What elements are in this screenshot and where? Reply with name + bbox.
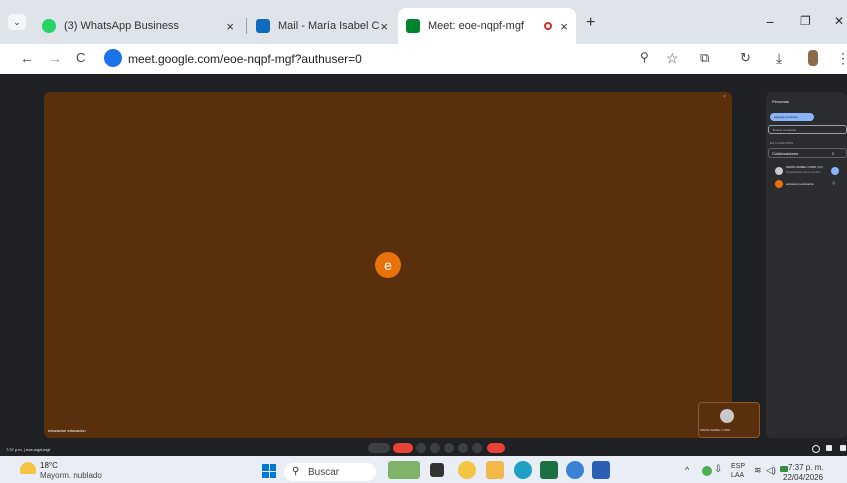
close-tab-icon[interactable]: × bbox=[380, 19, 388, 34]
activities-icon[interactable] bbox=[840, 445, 846, 451]
meet-icon bbox=[406, 19, 420, 33]
participant-role: Organizador de la reunión bbox=[786, 170, 821, 174]
panel-title: Personas bbox=[772, 99, 789, 104]
url-text[interactable]: meet.google.com/eoe-nqpf-mgf?authuser=0 bbox=[128, 52, 362, 66]
taskbar-clock-time[interactable]: 7:37 p. m. bbox=[788, 463, 824, 472]
participant-name: MARÍA ISABEL COBO (Tú) bbox=[786, 165, 823, 169]
meeting-time: 7:37 p.m. bbox=[6, 447, 23, 452]
add-people-button[interactable]: Agregar personas bbox=[770, 113, 814, 121]
emoji-button[interactable] bbox=[430, 443, 440, 453]
language-indicator[interactable]: ESP bbox=[731, 463, 745, 470]
new-tab-button[interactable]: + bbox=[586, 14, 595, 32]
close-tab-icon[interactable]: × bbox=[226, 19, 234, 34]
info-icon[interactable] bbox=[812, 445, 820, 453]
weather-description[interactable]: Mayorm. nublado bbox=[40, 471, 102, 480]
group-label: Colaboradores bbox=[772, 151, 799, 156]
excel-icon[interactable] bbox=[540, 461, 558, 479]
battery-icon[interactable] bbox=[780, 466, 788, 472]
search-icon: ⚲ bbox=[292, 466, 300, 477]
menu-icon[interactable]: ⋮ bbox=[836, 50, 847, 67]
widgets-icon[interactable] bbox=[388, 461, 420, 479]
whatsapp-icon bbox=[42, 19, 56, 33]
file-explorer-icon[interactable] bbox=[486, 461, 504, 479]
tab-title: Mail - María Isabel Cobo - Outlook bbox=[278, 20, 380, 32]
outlook-icon bbox=[256, 19, 270, 33]
edge-icon[interactable] bbox=[514, 461, 532, 479]
history-icon[interactable]: ↻ bbox=[740, 50, 751, 66]
reload-button[interactable]: C bbox=[76, 50, 85, 65]
tab-whatsapp[interactable]: (3) WhatsApp Business × bbox=[34, 8, 242, 44]
participant-avatar bbox=[775, 180, 783, 188]
tab-outlook[interactable]: Mail - María Isabel Cobo - Outlook × bbox=[248, 8, 396, 44]
end-call-button[interactable] bbox=[487, 443, 505, 453]
taskbar-clock-date[interactable]: 22/04/2026 bbox=[783, 473, 823, 482]
close-tab-icon[interactable]: × bbox=[560, 19, 568, 34]
extensions-icon[interactable]: ⧉ bbox=[700, 50, 709, 66]
word-icon[interactable] bbox=[592, 461, 610, 479]
participant-avatar: e bbox=[375, 252, 401, 278]
more-options-button[interactable] bbox=[472, 443, 482, 453]
close-window-button[interactable]: ✕ bbox=[834, 14, 844, 28]
download-icon[interactable]: ⤓ bbox=[776, 50, 782, 67]
taskbar-search-label: Buscar bbox=[308, 466, 340, 478]
section-label: EN LA REUNIÓN bbox=[770, 141, 794, 145]
back-button[interactable]: ← bbox=[20, 50, 34, 66]
tab-meet[interactable]: Meet: eoe-nqpf-mgf × bbox=[398, 8, 576, 44]
chevron-up-icon[interactable]: ^ bbox=[685, 465, 689, 475]
volume-icon[interactable]: ◁) bbox=[766, 465, 776, 476]
weather-icon[interactable] bbox=[20, 462, 36, 474]
mic-button[interactable] bbox=[368, 443, 390, 453]
zoom-icon[interactable]: ⚲ bbox=[640, 50, 649, 64]
participant-name: educacion educacion bbox=[786, 182, 815, 186]
raise-hand-button[interactable] bbox=[458, 443, 468, 453]
store-icon[interactable] bbox=[566, 461, 584, 479]
weather-temperature[interactable]: 18°C bbox=[40, 461, 58, 470]
search-contacts-input[interactable]: Buscar contactos bbox=[768, 125, 847, 134]
captions-button[interactable] bbox=[416, 443, 426, 453]
tab-title: (3) WhatsApp Business bbox=[64, 20, 179, 32]
minimize-button[interactable]: − bbox=[766, 14, 774, 30]
layout-indicator[interactable]: LAA bbox=[731, 472, 744, 479]
star-icon[interactable]: ☆ bbox=[666, 50, 679, 67]
task-view-icon[interactable] bbox=[430, 463, 444, 477]
wifi-icon[interactable]: ≋ bbox=[754, 465, 762, 476]
restore-button[interactable]: ❐ bbox=[800, 14, 811, 28]
group-count: 2 bbox=[832, 151, 835, 156]
main-participant-name: educacion educacion bbox=[48, 428, 86, 433]
chrome-icon[interactable] bbox=[458, 461, 476, 479]
tab-bar: ⌄ (3) WhatsApp Business × Mail - María I… bbox=[0, 0, 847, 44]
mic-off-icon: ⚲ bbox=[832, 181, 836, 187]
meeting-code: eoe-nqpf-mgf bbox=[25, 447, 50, 452]
tab-separator bbox=[246, 18, 247, 34]
tab-title: Meet: eoe-nqpf-mgf bbox=[428, 20, 524, 32]
participant-avatar bbox=[775, 167, 783, 175]
site-info-icon[interactable] bbox=[104, 49, 122, 67]
profile-icon[interactable] bbox=[808, 50, 818, 66]
self-avatar bbox=[720, 409, 734, 423]
chat-icon[interactable] bbox=[826, 445, 832, 451]
recording-icon bbox=[544, 22, 553, 30]
present-button[interactable] bbox=[444, 443, 454, 453]
tab-search-button[interactable]: ⌄ bbox=[8, 14, 26, 30]
self-participant-name: MARÍA ISABEL COBO bbox=[700, 428, 731, 432]
start-button[interactable] bbox=[262, 464, 276, 478]
usb-icon[interactable]: ⇩ bbox=[714, 464, 722, 475]
chrome-tray-icon[interactable] bbox=[702, 466, 712, 476]
host-badge-icon bbox=[831, 167, 839, 175]
camera-button[interactable] bbox=[393, 443, 413, 453]
meeting-info: 7:37 p.m. | eoe-nqpf-mgf bbox=[6, 447, 50, 452]
forward-button[interactable]: → bbox=[48, 50, 62, 66]
tile-close-icon[interactable]: × bbox=[723, 94, 726, 100]
divider: | bbox=[23, 447, 25, 452]
